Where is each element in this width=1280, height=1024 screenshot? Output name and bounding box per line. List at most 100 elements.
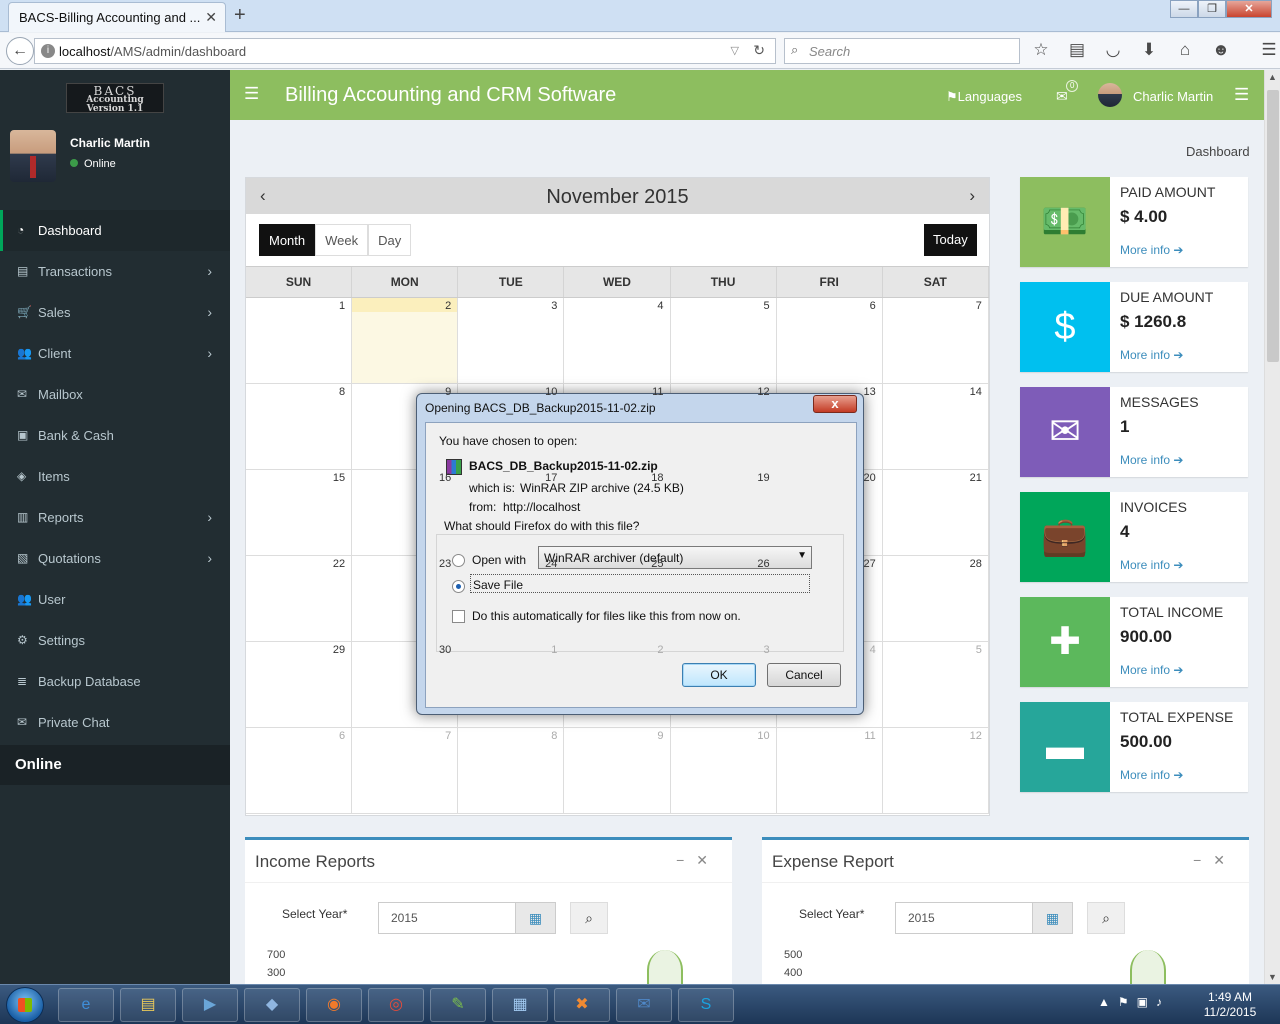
- search-input[interactable]: ⌕ Search: [784, 38, 1020, 64]
- calendar-day-cell[interactable]: 15: [246, 470, 353, 555]
- year-input[interactable]: 2015: [895, 902, 1033, 934]
- calendar-day-cell[interactable]: 28: [883, 556, 989, 641]
- xampp-icon[interactable]: ✖: [554, 988, 610, 1022]
- open-with-select[interactable]: WinRAR archiver (default) ▼: [538, 546, 812, 569]
- sidebar-item-mailbox[interactable]: ✉ Mailbox: [0, 374, 230, 415]
- more-info-link[interactable]: More info ➔: [1120, 558, 1183, 572]
- calendar-day-cell[interactable]: 2: [352, 298, 459, 383]
- more-info-link[interactable]: More info ➔: [1120, 243, 1183, 257]
- sidebar-item-transactions[interactable]: ▤ Transactions ›: [0, 251, 230, 292]
- today-button[interactable]: Today: [924, 224, 977, 256]
- collapse-icon[interactable]: −: [1193, 852, 1213, 868]
- calendar-day-cell[interactable]: 12: [883, 728, 989, 813]
- sidebar-item-settings[interactable]: ⚙ Settings: [0, 620, 230, 661]
- year-input[interactable]: 2015: [378, 902, 516, 934]
- calendar-day-cell[interactable]: 7: [352, 728, 459, 813]
- open-with-radio[interactable]: [452, 554, 465, 567]
- sidebar-item-client[interactable]: 👥 Client ›: [0, 333, 230, 374]
- close-icon[interactable]: ✕: [1213, 852, 1237, 868]
- more-info-link[interactable]: More info ➔: [1120, 663, 1183, 677]
- sidebar-item-dashboard[interactable]: ◔ Dashboard: [0, 210, 230, 251]
- more-info-link[interactable]: More info ➔: [1120, 453, 1183, 467]
- notepad-icon[interactable]: ✎: [430, 988, 486, 1022]
- back-button[interactable]: ←: [6, 37, 34, 65]
- thunderbird-icon[interactable]: ✉: [616, 988, 672, 1022]
- calendar-day-cell[interactable]: 6: [777, 298, 883, 383]
- app-logo[interactable]: BACS Accounting Version 1.1: [66, 83, 164, 114]
- calendar-day-cell[interactable]: 14: [883, 384, 989, 469]
- minimize-button[interactable]: —: [1170, 0, 1198, 18]
- scroll-up-icon[interactable]: ▲: [1268, 72, 1277, 82]
- bookmark-star-icon[interactable]: ☆: [1030, 40, 1052, 60]
- sidebar-item-backup-database[interactable]: ≣ Backup Database: [0, 661, 230, 702]
- calendar-day-cell[interactable]: 1: [246, 298, 353, 383]
- tab-close-icon[interactable]: ✕: [205, 9, 217, 26]
- cancel-button[interactable]: Cancel: [767, 663, 841, 687]
- menu-icon[interactable]: ☰: [1258, 40, 1280, 60]
- start-button[interactable]: [6, 987, 44, 1023]
- sidebar-item-reports[interactable]: ▥ Reports ›: [0, 497, 230, 538]
- ok-button[interactable]: OK: [682, 663, 756, 687]
- calendar-day-cell[interactable]: 10: [671, 728, 777, 813]
- reading-list-icon[interactable]: ▤: [1066, 40, 1088, 60]
- network-icon[interactable]: ▣: [1137, 995, 1156, 1009]
- flag-icon[interactable]: ⚑: [1118, 995, 1137, 1009]
- browser-tab[interactable]: BACS-Billing Accounting and ... ✕: [8, 2, 226, 32]
- maximize-button[interactable]: ❐: [1198, 0, 1226, 18]
- scroll-down-icon[interactable]: ▼: [1268, 972, 1277, 982]
- page-scrollbar[interactable]: ▲ ▼: [1264, 70, 1280, 984]
- volume-icon[interactable]: ♪: [1156, 995, 1170, 1009]
- virtualbox-icon[interactable]: ◆: [244, 988, 300, 1022]
- mail-icon[interactable]: ✉: [1056, 88, 1068, 105]
- home-icon[interactable]: ⌂: [1174, 40, 1196, 60]
- more-info-link[interactable]: More info ➔: [1120, 348, 1183, 362]
- next-month-icon[interactable]: ›: [969, 186, 975, 206]
- skype-icon[interactable]: S: [678, 988, 734, 1022]
- calendar-day-cell[interactable]: 7: [883, 298, 989, 383]
- calendar-day-cell[interactable]: 11: [777, 728, 883, 813]
- search-button[interactable]: ⌕: [570, 902, 608, 934]
- control-sidebar-icon[interactable]: ☰: [1234, 85, 1249, 105]
- calendar-day-cell[interactable]: 3: [458, 298, 565, 383]
- calendar-day-cell[interactable]: 8: [458, 728, 565, 813]
- header-avatar[interactable]: [1098, 83, 1122, 107]
- calendar-icon[interactable]: ▦: [1033, 902, 1073, 934]
- open-with-label[interactable]: Open with: [472, 553, 526, 567]
- auto-checkbox-label[interactable]: Do this automatically for files like thi…: [472, 609, 741, 623]
- reload-icon[interactable]: ↻: [753, 42, 765, 59]
- download-icon[interactable]: ⬇: [1138, 40, 1160, 60]
- dialog-close-button[interactable]: x: [813, 395, 857, 413]
- calendar-day-cell[interactable]: 21: [883, 470, 989, 555]
- view-day-button[interactable]: Day: [368, 224, 412, 256]
- calendar-day-cell[interactable]: 5: [671, 298, 777, 383]
- scrollbar-thumb[interactable]: [1267, 90, 1279, 362]
- sidebar-item-private-chat[interactable]: ✉ Private Chat: [0, 702, 230, 743]
- pocket-icon[interactable]: ◡: [1102, 40, 1124, 60]
- calendar-day-cell[interactable]: 9: [564, 728, 671, 813]
- kmplayer-icon[interactable]: ▶: [182, 988, 238, 1022]
- close-icon[interactable]: ✕: [696, 852, 720, 868]
- explorer-icon[interactable]: ▤: [120, 988, 176, 1022]
- sidebar-toggle-icon[interactable]: ☰: [244, 84, 259, 104]
- header-user-name[interactable]: Charlic Martin: [1133, 89, 1213, 104]
- calendar-icon[interactable]: ▦: [516, 902, 556, 934]
- sidebar-item-items[interactable]: ◈ Items: [0, 456, 230, 497]
- calendar-day-cell[interactable]: 8: [246, 384, 353, 469]
- clock[interactable]: 1:49 AM 11/2/2015: [1198, 990, 1262, 1020]
- ie-icon[interactable]: e: [58, 988, 114, 1022]
- new-tab-button[interactable]: +: [234, 4, 246, 27]
- calendar-day-cell[interactable]: 4: [564, 298, 671, 383]
- sidebar-item-user[interactable]: 👥 User: [0, 579, 230, 620]
- calculator-icon[interactable]: ▦: [492, 988, 548, 1022]
- view-month-button[interactable]: Month: [259, 224, 316, 256]
- calendar-day-cell[interactable]: 29: [246, 642, 353, 727]
- url-bar[interactable]: i localhost/AMS/admin/dashboard ▽ ↻: [34, 38, 776, 64]
- site-info-icon[interactable]: i: [41, 44, 55, 58]
- save-file-label[interactable]: Save File: [470, 574, 810, 593]
- languages-menu[interactable]: ⚑Languages: [946, 89, 1022, 105]
- save-file-radio[interactable]: [452, 580, 465, 593]
- auto-checkbox[interactable]: [452, 610, 465, 623]
- search-button[interactable]: ⌕: [1087, 902, 1125, 934]
- window-close-button[interactable]: ✕: [1226, 0, 1272, 18]
- chat-icon[interactable]: ☻: [1210, 40, 1232, 60]
